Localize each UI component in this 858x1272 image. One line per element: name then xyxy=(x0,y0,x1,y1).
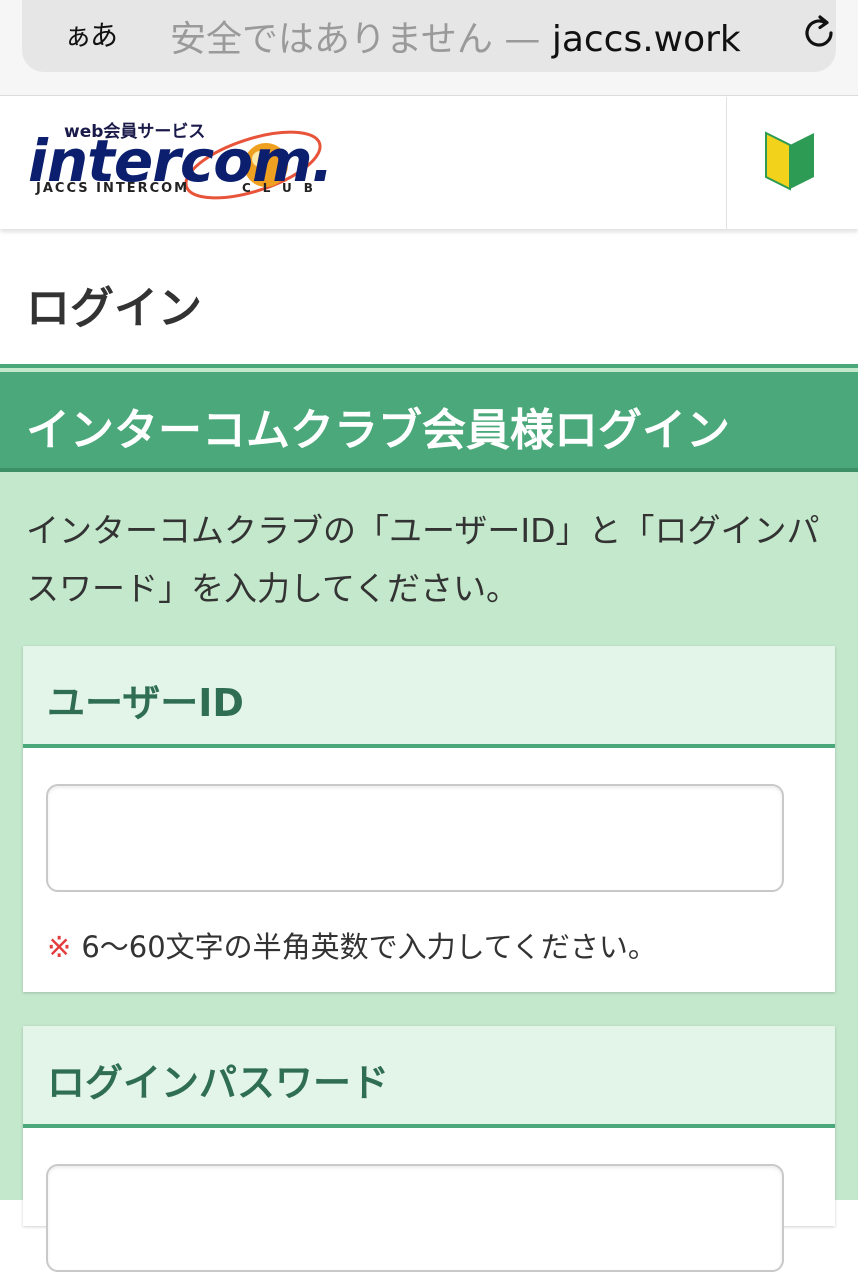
logo-club: CLUB xyxy=(242,181,325,195)
password-card-header: ログインパスワード xyxy=(23,1026,835,1128)
text-size-button[interactable]: ぁあ xyxy=(64,14,118,54)
header-divider xyxy=(726,97,727,229)
user-id-card-header: ユーザーID xyxy=(23,646,835,748)
address-bar[interactable]: ぁあ 安全ではありません — jaccs.work xyxy=(22,0,836,72)
login-section: インターコムクラブ会員様ログイン インターコムクラブの「ユーザーID」と「ログイ… xyxy=(0,364,858,1272)
section-heading: インターコムクラブ会員様ログイン xyxy=(26,405,730,456)
beginner-mark-icon[interactable] xyxy=(762,127,818,193)
section-top-line xyxy=(0,364,858,368)
password-card: ログインパスワード xyxy=(23,1026,835,1272)
section-heading-bar: インターコムクラブ会員様ログイン xyxy=(0,372,858,472)
user-id-card: ユーザーID ※ 6〜60文字の半角英数で入力してください。 xyxy=(23,646,835,992)
note-mark: ※ xyxy=(47,930,72,964)
url-display[interactable]: 安全ではありません — jaccs.work xyxy=(170,10,741,62)
logo-tagline: JACCS INTERCOM xyxy=(36,181,190,196)
user-id-label: ユーザーID xyxy=(47,681,244,725)
password-input[interactable] xyxy=(46,1164,784,1272)
user-id-note-text: 6〜60文字の半角英数で入力してください。 xyxy=(81,930,657,964)
reload-icon[interactable] xyxy=(798,12,840,54)
password-label: ログインパスワード xyxy=(47,1061,390,1105)
login-instructions: インターコムクラブの「ユーザーID」と「ログインパスワード」を入力してください。 xyxy=(26,511,820,608)
intercom-logo[interactable]: web会員サービス intercom. JACCS INTERCOM CLUB xyxy=(28,117,340,209)
site-header: web会員サービス intercom. JACCS INTERCOM CLUB xyxy=(0,97,858,229)
user-id-note: ※ 6〜60文字の半角英数で入力してください。 xyxy=(47,924,657,966)
page-title: ログイン xyxy=(26,283,202,334)
user-id-input[interactable] xyxy=(46,784,784,892)
browser-address-area: ぁあ 安全ではありません — jaccs.work xyxy=(0,0,858,96)
insecure-warning: 安全ではありません — xyxy=(170,19,552,60)
url-domain: jaccs.work xyxy=(551,19,741,60)
